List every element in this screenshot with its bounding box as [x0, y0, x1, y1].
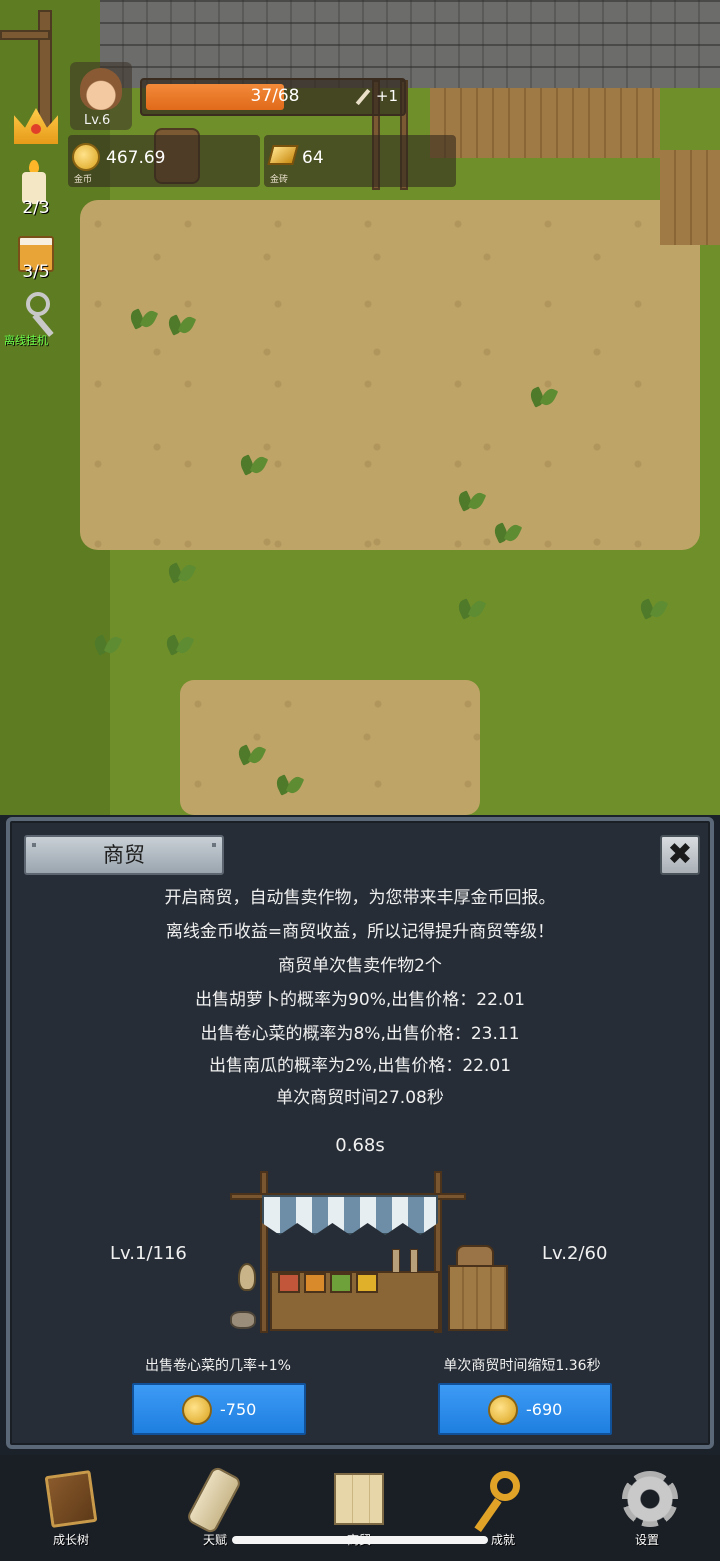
drink-count: 3/5: [10, 262, 62, 282]
player-level: Lv.6: [84, 113, 111, 128]
coin-icon: [72, 143, 100, 171]
coin-icon: [182, 1395, 212, 1425]
candle-count: 2/3: [10, 198, 62, 218]
gear-icon: [622, 1471, 678, 1527]
close-icon: ✖: [667, 837, 693, 872]
candle-count-text: 2/3: [22, 198, 50, 218]
description-line: 离线金币收益=商贸收益，所以记得提升商贸等级！: [165, 922, 555, 942]
left-upgrade-level: Lv.1/116: [110, 1243, 187, 1264]
crop-sprout: [168, 560, 194, 582]
crop-sprout: [276, 772, 302, 794]
shed-wall: [660, 150, 720, 245]
description-line: 开启商贸，自动售卖作物，为您带来丰厚金币回报。: [164, 888, 556, 908]
player-avatar[interactable]: Lv.6: [70, 62, 132, 130]
crop-sprout: [94, 632, 120, 654]
key-icon: [490, 1471, 520, 1501]
coin-value: 467.69: [106, 148, 166, 168]
key-shaft: [474, 1497, 502, 1533]
upgrade-cost: -690: [526, 1400, 563, 1419]
dirt-field: [80, 200, 700, 550]
crop-sprout: [530, 384, 556, 406]
pumpkin-crate: [304, 1273, 326, 1293]
trade-timer: 0.68s: [335, 1135, 385, 1156]
map-icon: [334, 1473, 384, 1525]
carrot-crate: [278, 1273, 300, 1293]
crown-gem: [31, 124, 41, 134]
nav-label: 成长树: [52, 1533, 89, 1547]
crop-sprout: [166, 632, 192, 654]
book-icon: [44, 1470, 98, 1528]
right-upgrade-label: 单次商贸时间缩短1.36秒: [443, 1358, 601, 1374]
upgrade-probability-button[interactable]: -750: [132, 1383, 306, 1435]
scroll-icon: [185, 1465, 243, 1535]
coin-label: 金币: [74, 175, 93, 185]
nav-growth-tree[interactable]: 成长树: [16, 1467, 126, 1557]
farmhouse-wall: [430, 88, 660, 158]
crop-sprout: [494, 520, 520, 542]
clay-pot: [230, 1311, 256, 1329]
stall-awning: [262, 1195, 438, 1235]
avatar-face: [80, 68, 122, 110]
cabbage-crate: [330, 1273, 352, 1293]
panel-title: 商贸: [24, 835, 224, 875]
crop-sprout: [130, 306, 156, 328]
home-indicator[interactable]: [232, 1536, 488, 1544]
hanging-sack: [238, 1263, 256, 1291]
crop-sprout: [238, 742, 264, 764]
nav-settings[interactable]: 设置: [592, 1467, 702, 1557]
description-line: 出售南瓜的概率为2%,出售价格：22.01: [208, 1056, 512, 1076]
bone-icon: [354, 88, 372, 106]
market-stall-illustration: [224, 1171, 510, 1337]
left-upgrade-label: 出售卷心菜的几率+1%: [145, 1358, 291, 1374]
drink-count-text: 3/5: [22, 262, 50, 282]
produce-crate: [356, 1273, 378, 1293]
xp-bonus: +1: [375, 87, 398, 105]
crop-sprout: [168, 312, 194, 334]
wooden-crate: [448, 1265, 508, 1331]
basket: [456, 1245, 494, 1267]
upgrade-speed-button[interactable]: -690: [438, 1383, 612, 1435]
fence-post: [38, 10, 52, 130]
coin-counter: 467.69 金币: [68, 135, 260, 187]
description-line: 出售卷心菜的概率为8%,出售价格：23.11: [200, 1024, 520, 1044]
gold-bar-label: 金砖: [270, 175, 289, 185]
description-line: 出售胡萝卜的概率为90%,出售价格：22.01: [195, 990, 525, 1010]
gold-bar-counter: 64 金砖: [264, 135, 456, 187]
fence-rail: [0, 30, 50, 40]
crop-sprout: [458, 596, 484, 618]
coin-icon: [488, 1395, 518, 1425]
description-line: 商贸单次售卖作物2个: [278, 956, 442, 976]
upgrade-cost: -750: [220, 1400, 257, 1419]
offline-key-icon[interactable]: [26, 292, 50, 316]
bottle: [392, 1249, 400, 1273]
offline-idle-label[interactable]: 离线挂机: [4, 332, 48, 348]
bottle: [410, 1249, 418, 1273]
trade-panel: 商贸 ✖ 开启商贸，自动售卖作物，为您带来丰厚金币回报。 离线金币收益=商贸收益…: [6, 817, 714, 1449]
crop-sprout: [458, 488, 484, 510]
bottom-nav: 成长树 天赋 商贸 成就 设置: [0, 1455, 720, 1561]
crop-sprout: [240, 452, 266, 474]
right-upgrade-level: Lv.2/60: [542, 1243, 608, 1264]
nav-label: 设置: [634, 1533, 659, 1547]
farmhouse-roof: [100, 0, 720, 88]
description-line: 单次商贸时间27.08秒: [276, 1088, 444, 1108]
gold-bar-icon: [267, 145, 299, 165]
dirt-patch: [180, 680, 480, 815]
xp-bar: 37/68 +1: [140, 78, 406, 116]
close-button[interactable]: ✖: [660, 835, 700, 875]
crop-sprout: [640, 596, 666, 618]
gold-bar-value: 64: [302, 148, 324, 168]
